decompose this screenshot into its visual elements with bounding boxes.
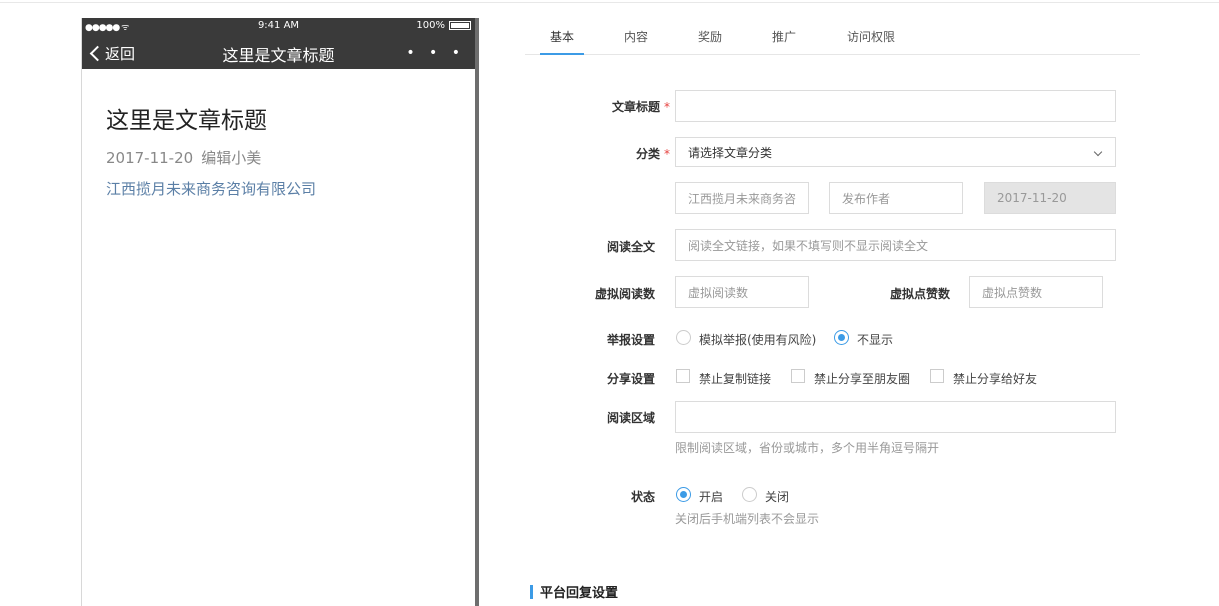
report-simulate-radio[interactable] bbox=[676, 330, 691, 345]
tab-access[interactable]: 访问权限 bbox=[821, 18, 921, 54]
title-label: 文章标题 * bbox=[570, 98, 670, 115]
no-copy-link-label[interactable]: 禁止复制链接 bbox=[699, 370, 771, 387]
virtual-reads-label: 虚拟阅读数 bbox=[594, 287, 655, 301]
tab-basic[interactable]: 基本 bbox=[525, 18, 599, 55]
section-title: 平台回复设置 bbox=[540, 586, 619, 601]
share-label: 分享设置 bbox=[606, 372, 655, 386]
category-label-text: 分类 bbox=[635, 147, 660, 161]
read-more-label: 阅读全文 bbox=[606, 240, 655, 254]
virtual-likes-label: 虚拟点赞数 bbox=[889, 287, 950, 301]
more-icon[interactable]: • • • bbox=[406, 45, 465, 61]
section-accent-bar bbox=[530, 584, 533, 599]
category-select[interactable]: 请选择文章分类 bbox=[675, 137, 1116, 167]
battery-indicator: 100% bbox=[416, 20, 471, 31]
publisher-input[interactable]: 江西揽月未来商务咨 bbox=[675, 182, 809, 214]
region-label: 阅读区域 bbox=[606, 411, 655, 425]
status-label: 状态 bbox=[630, 490, 655, 504]
phone-preview: ●●●●● ᯤ 9:41 AM 100% 返回 这里是文章标题 • • • 这里… bbox=[81, 18, 479, 606]
virtual-likes-input[interactable]: 虚拟点赞数 bbox=[969, 276, 1103, 308]
report-hide-label[interactable]: 不显示 bbox=[857, 331, 893, 348]
category-label: 分类 * bbox=[570, 145, 670, 162]
page: ●●●●● ᯤ 9:41 AM 100% 返回 这里是文章标题 • • • 这里… bbox=[0, 0, 1219, 606]
status-off-radio[interactable] bbox=[742, 487, 757, 502]
required-mark: * bbox=[664, 147, 670, 161]
tab-content[interactable]: 内容 bbox=[599, 18, 673, 54]
tab-promotion[interactable]: 推广 bbox=[747, 18, 821, 54]
category-select-value: 请选择文章分类 bbox=[688, 145, 773, 160]
title-input[interactable] bbox=[675, 90, 1116, 122]
no-share-moments-label[interactable]: 禁止分享至朋友圈 bbox=[814, 370, 910, 387]
virtual-reads-input[interactable]: 虚拟阅读数 bbox=[675, 276, 809, 308]
chevron-down-icon bbox=[1093, 147, 1103, 157]
status-off-label[interactable]: 关闭 bbox=[765, 488, 789, 505]
no-copy-link-checkbox[interactable] bbox=[676, 369, 690, 383]
no-share-moments-checkbox[interactable] bbox=[791, 369, 805, 383]
article-preview: 这里是文章标题 2017-11-20 编辑小美 江西揽月未来商务咨询有限公司 bbox=[82, 69, 475, 231]
top-divider bbox=[0, 2, 1219, 3]
article-title: 这里是文章标题 bbox=[106, 108, 267, 134]
region-hint: 限制阅读区域，省份或城市，多个用半角逗号隔开 bbox=[675, 441, 940, 455]
title-label-text: 文章标题 bbox=[611, 100, 660, 114]
report-label: 举报设置 bbox=[606, 333, 655, 347]
status-on-radio[interactable] bbox=[676, 487, 691, 502]
phone-status-bar: ●●●●● ᯤ 9:41 AM 100% bbox=[82, 18, 475, 35]
tab-bar: 基本 内容 奖励 推广 访问权限 bbox=[525, 18, 1140, 55]
date-input: 2017-11-20 bbox=[984, 182, 1116, 214]
no-share-friends-label[interactable]: 禁止分享给好友 bbox=[953, 370, 1037, 387]
report-simulate-label[interactable]: 模拟举报(使用有风险) bbox=[699, 331, 816, 348]
article-author: 编辑小美 bbox=[201, 149, 262, 167]
phone-nav-bar: 返回 这里是文章标题 • • • bbox=[82, 35, 475, 69]
article-meta: 2017-11-20 编辑小美 bbox=[106, 147, 451, 168]
read-more-input[interactable]: 阅读全文链接，如果不填写则不显示阅读全文 bbox=[675, 229, 1116, 261]
article-org-link[interactable]: 江西揽月未来商务咨询有限公司 bbox=[106, 178, 451, 199]
author-input[interactable]: 发布作者 bbox=[829, 182, 963, 214]
tab-reward[interactable]: 奖励 bbox=[673, 18, 747, 54]
reply-settings-section: 平台回复设置 bbox=[530, 582, 618, 601]
required-mark: * bbox=[664, 100, 670, 114]
article-date: 2017-11-20 bbox=[106, 149, 194, 167]
status-hint: 关闭后手机端列表不会显示 bbox=[675, 512, 820, 526]
battery-percent: 100% bbox=[416, 20, 445, 31]
no-share-friends-checkbox[interactable] bbox=[930, 369, 944, 383]
battery-icon bbox=[449, 21, 471, 30]
report-hide-radio[interactable] bbox=[834, 330, 849, 345]
region-input[interactable] bbox=[675, 401, 1116, 433]
status-on-label[interactable]: 开启 bbox=[699, 488, 723, 505]
